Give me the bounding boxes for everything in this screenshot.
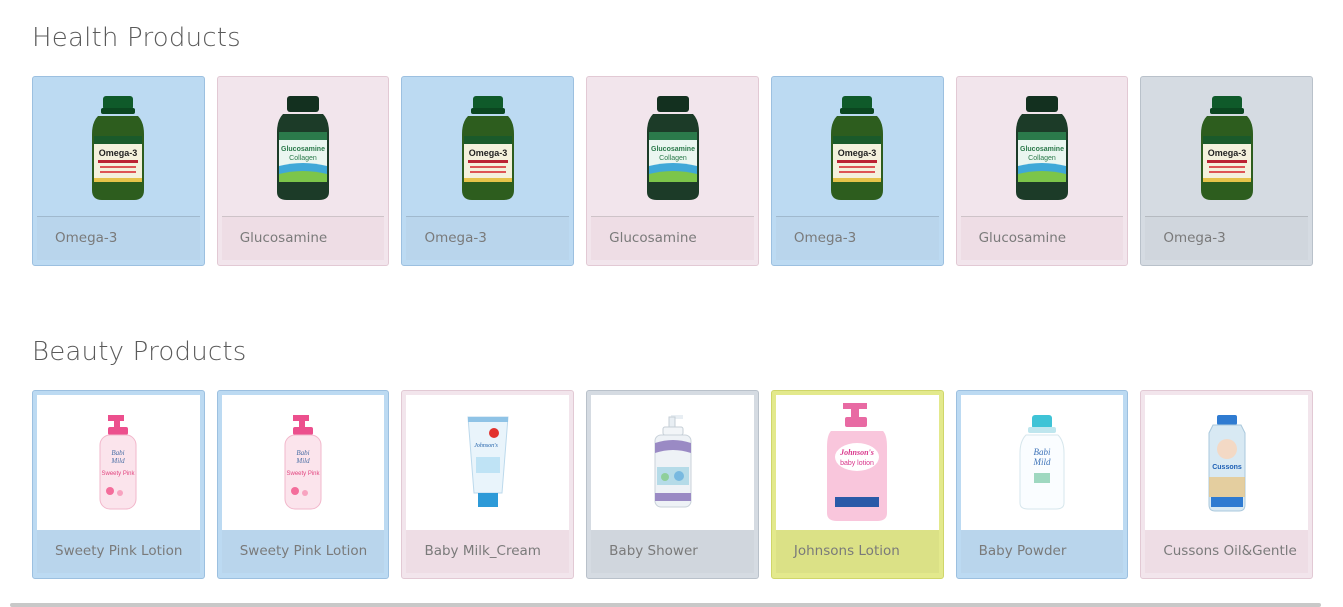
product-image: Glucosamine Collagen: [221, 81, 385, 217]
svg-text:Omega-3: Omega-3: [838, 148, 877, 158]
section-title-beauty: Beauty Products: [32, 337, 247, 367]
product-label: Glucosamine: [221, 217, 385, 260]
product-image: Glucosamine Collagen: [591, 81, 754, 217]
svg-text:Mild: Mild: [1032, 457, 1050, 467]
product-label: Baby Powder: [960, 530, 1124, 573]
omega3-bottle-icon: Omega-3: [1200, 95, 1253, 200]
product-card-johnsons-lotion[interactable]: Johnson's baby lotion Johnsons Lotion: [770, 390, 944, 579]
shower-gel-bottle-icon: [654, 414, 692, 507]
svg-text:Omega-3: Omega-3: [469, 148, 508, 158]
product-image: Cussons: [1145, 395, 1309, 530]
product-label: Sweety Pink Lotion: [221, 530, 385, 573]
product-label: Johnsons Lotion: [775, 530, 939, 573]
product-image: Babi Mild: [960, 395, 1124, 530]
product-image: Johnson's baby lotion: [775, 395, 939, 530]
svg-text:Glucosamine: Glucosamine: [281, 146, 325, 153]
product-image: Omega-3: [37, 81, 200, 217]
product-image: Omega-3: [406, 81, 570, 217]
product-card-baby-milk-cream[interactable]: Johnson's Baby Milk_Cream: [401, 390, 575, 579]
product-card-baby-shower[interactable]: Baby Shower: [586, 390, 759, 579]
pink-lotion-bottle-icon: Johnson's baby lotion: [827, 402, 888, 521]
product-label: Sweety Pink Lotion: [37, 530, 200, 573]
section-title-health: Health Products: [32, 23, 241, 53]
svg-text:Babi: Babi: [1033, 447, 1050, 457]
powder-bottle-icon: Babi Mild: [1019, 414, 1065, 509]
horizontal-scrollbar[interactable]: [10, 603, 1321, 607]
svg-text:Johnson's: Johnson's: [474, 443, 498, 449]
svg-text:Mild: Mild: [111, 457, 126, 465]
glucosamine-bottle-icon: Glucosamine Collagen: [646, 95, 699, 200]
health-products-section: Health Products Omega-3 Omega-3 Glucosam…: [32, 18, 1314, 266]
product-card-baby-powder[interactable]: Babi Mild Baby Powder: [955, 390, 1129, 579]
product-card-cussons-oil-gentle[interactable]: Cussons Cussons Oil&Gentle: [1140, 390, 1314, 579]
svg-text:Mild: Mild: [295, 457, 310, 465]
svg-text:Babi: Babi: [296, 449, 309, 457]
product-card-omega3[interactable]: Omega-3 Omega-3: [770, 76, 944, 266]
beauty-products-row: Babi Mild Sweety Pink Sweety Pink Lotion…: [32, 390, 1314, 579]
product-label: Baby Shower: [591, 530, 754, 573]
product-image: Babi Mild Sweety Pink: [37, 395, 200, 530]
oil-bottle-icon: Cussons: [1208, 414, 1246, 511]
svg-text:Cussons: Cussons: [1212, 464, 1242, 471]
svg-text:Glucosamine: Glucosamine: [651, 146, 695, 153]
glucosamine-bottle-icon: Glucosamine Collagen: [277, 95, 330, 200]
product-label: Omega-3: [37, 217, 200, 260]
svg-text:Collagen: Collagen: [659, 155, 687, 162]
product-label: Glucosamine: [591, 217, 754, 260]
cream-tube-icon: Johnson's: [467, 416, 509, 507]
pink-pump-bottle-icon: Babi Mild Sweety Pink: [284, 414, 322, 509]
svg-text:Omega-3: Omega-3: [99, 148, 138, 158]
svg-text:Sweety Pink: Sweety Pink: [287, 471, 321, 477]
product-card-sweety-pink-lotion[interactable]: Babi Mild Sweety Pink Sweety Pink Lotion: [216, 390, 390, 579]
product-image: Babi Mild Sweety Pink: [221, 395, 385, 530]
glucosamine-bottle-icon: Glucosamine Collagen: [1015, 95, 1068, 200]
product-label: Omega-3: [1145, 217, 1309, 260]
product-image: Omega-3: [775, 81, 939, 217]
product-image: [591, 395, 754, 530]
svg-text:Collagen: Collagen: [289, 155, 317, 162]
svg-text:baby lotion: baby lotion: [840, 460, 874, 467]
product-card-omega3[interactable]: Omega-3 Omega-3: [32, 76, 205, 266]
product-card-omega3[interactable]: Omega-3 Omega-3: [401, 76, 575, 266]
product-card-omega3[interactable]: Omega-3 Omega-3: [1140, 76, 1314, 266]
product-card-sweety-pink-lotion[interactable]: Babi Mild Sweety Pink Sweety Pink Lotion: [32, 390, 205, 579]
product-label: Omega-3: [775, 217, 939, 260]
svg-text:Sweety Pink: Sweety Pink: [102, 471, 136, 477]
svg-text:Glucosamine: Glucosamine: [1020, 146, 1064, 153]
product-image: Omega-3: [1145, 81, 1309, 217]
product-card-glucosamine[interactable]: Glucosamine Collagen Glucosamine: [216, 76, 390, 266]
svg-text:Babi: Babi: [112, 449, 125, 457]
product-label: Omega-3: [406, 217, 570, 260]
product-card-glucosamine[interactable]: Glucosamine Collagen Glucosamine: [586, 76, 759, 266]
beauty-products-section: Beauty Products Babi Mild Sweety Pink Sw…: [32, 332, 1314, 579]
product-image: Glucosamine Collagen: [960, 81, 1124, 217]
health-products-row: Omega-3 Omega-3 Glucosamine Collagen Glu…: [32, 76, 1314, 266]
product-image: Johnson's: [406, 395, 570, 530]
product-label: Cussons Oil&Gentle: [1145, 530, 1309, 573]
product-card-glucosamine[interactable]: Glucosamine Collagen Glucosamine: [955, 76, 1129, 266]
product-label: Glucosamine: [960, 217, 1124, 260]
omega3-bottle-icon: Omega-3: [92, 95, 145, 200]
product-label: Baby Milk_Cream: [406, 530, 570, 573]
omega3-bottle-icon: Omega-3: [831, 95, 884, 200]
svg-text:Johnson's: Johnson's: [839, 448, 874, 457]
svg-text:Omega-3: Omega-3: [1207, 148, 1246, 158]
pink-pump-bottle-icon: Babi Mild Sweety Pink: [99, 414, 137, 509]
svg-text:Collagen: Collagen: [1028, 155, 1056, 162]
omega3-bottle-icon: Omega-3: [461, 95, 514, 200]
